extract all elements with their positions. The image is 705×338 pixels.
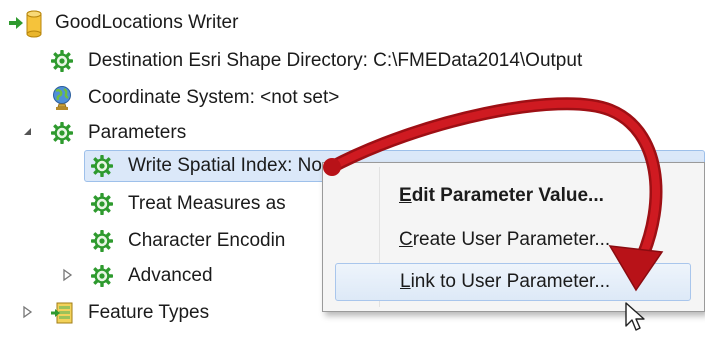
feature-types-label: Feature Types (88, 302, 210, 323)
mouse-cursor-icon (624, 302, 646, 332)
parameters-label: Parameters (88, 122, 187, 143)
create-label: reate User Parameter... (412, 229, 611, 250)
gear-icon (90, 192, 114, 216)
advanced-label: Advanced (128, 265, 213, 286)
writer-label: GoodLocations Writer (55, 12, 239, 33)
coordinate-system-label: Coordinate System: <not set> (88, 87, 340, 108)
gear-icon (90, 154, 114, 178)
tree-item-writer[interactable]: GoodLocations Writer (6, 6, 238, 40)
menu-item-create-user-parameter[interactable]: Create User Parameter... (335, 221, 691, 259)
tree-item-feature-types[interactable]: Feature Types (50, 296, 209, 330)
tree-item-treat-measures[interactable]: Treat Measures as (90, 187, 286, 221)
tree-item-character-encoding[interactable]: Character Encodin (90, 224, 285, 258)
tree-item-destination[interactable]: Destination Esri Shape Directory: C:\FME… (50, 44, 582, 78)
writer-db-icon (6, 10, 46, 38)
treat-measures-label: Treat Measures as (128, 193, 286, 214)
tree-item-coordinate-system[interactable]: Coordinate System: <not set> (50, 81, 339, 115)
destination-label: Destination Esri Shape Directory: C:\FME… (88, 50, 583, 71)
menu-item-edit-parameter-value[interactable]: Edit Parameter Value... (335, 177, 691, 215)
gear-icon (50, 49, 74, 73)
edit-mnemonic: E (399, 185, 412, 206)
gear-icon (50, 121, 74, 145)
gear-icon (90, 229, 114, 253)
tree-item-advanced[interactable]: Advanced (90, 259, 213, 293)
menu-item-link-to-user-parameter[interactable]: Link to User Parameter... (335, 263, 691, 301)
tree-item-parameters[interactable]: Parameters (50, 116, 186, 150)
create-mnemonic: C (399, 229, 413, 250)
expand-icon[interactable] (20, 305, 34, 319)
feature-types-icon (50, 301, 74, 325)
edit-label: dit Parameter Value... (411, 185, 604, 206)
tree-item-write-spatial-index[interactable]: Write Spatial Index: No (90, 149, 322, 183)
globe-icon (50, 86, 74, 110)
link-mnemonic: L (400, 271, 411, 292)
link-label: ink to User Parameter... (410, 271, 611, 292)
write-spatial-index-label: Write Spatial Index: No (128, 155, 322, 176)
gear-icon (90, 264, 114, 288)
character-encoding-label: Character Encodin (128, 230, 286, 251)
expand-icon[interactable] (60, 268, 74, 282)
context-menu: Edit Parameter Value... Create User Para… (322, 162, 705, 312)
collapse-icon[interactable] (20, 124, 34, 138)
